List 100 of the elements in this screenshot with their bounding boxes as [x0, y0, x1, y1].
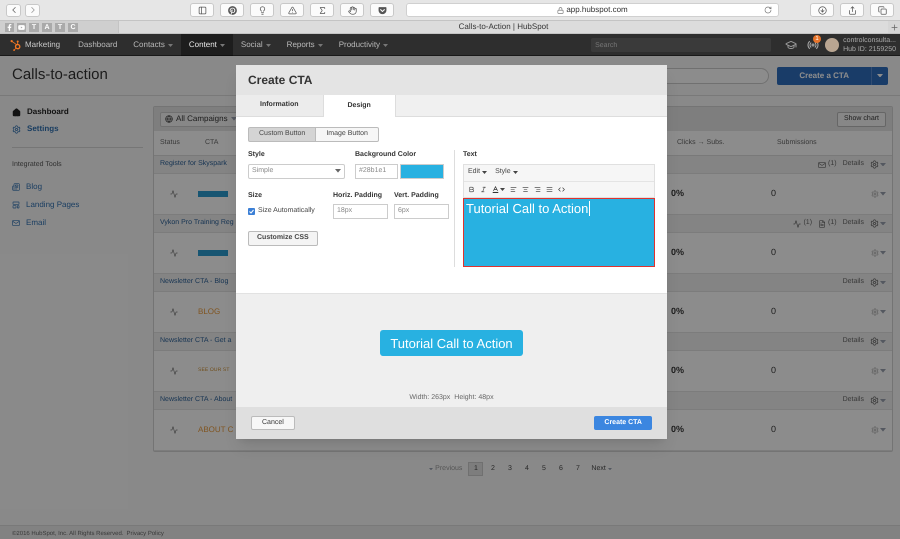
pin-icon [228, 6, 236, 14]
gear-icon[interactable] [870, 396, 879, 405]
caret-icon [880, 428, 886, 432]
warning-button[interactable] [280, 3, 304, 17]
download-icon [818, 6, 826, 14]
font-color-icon[interactable] [492, 186, 499, 192]
page-layout-icon [12, 200, 20, 208]
rate-cell-text: 0% [671, 305, 686, 318]
sigma-button[interactable] [310, 3, 334, 17]
gear-icon[interactable] [870, 278, 879, 287]
rate-cell-text: 0% [671, 423, 686, 436]
url-text: app.hubspot.com [566, 4, 628, 16]
download-button[interactable] [810, 3, 834, 17]
text-editor-field[interactable]: Tutorial Call to Action [463, 198, 655, 266]
lock-icon [557, 6, 564, 14]
create-cta-split-button[interactable]: Create a CTA [777, 66, 888, 84]
nav-item[interactable]: Social [232, 34, 279, 56]
nav-item[interactable]: Content [180, 34, 233, 56]
sidebar-item[interactable]: Settings [12, 123, 143, 135]
browser-tab[interactable]: Calls-to-Action | HubSpot [118, 21, 888, 33]
italic-icon[interactable] [480, 186, 487, 192]
reload-icon[interactable] [764, 6, 772, 14]
align-left-icon[interactable] [510, 186, 517, 192]
logo-icon[interactable] [10, 40, 21, 50]
rate-cell-text: 0% [671, 364, 686, 378]
envelope-icon [818, 160, 826, 168]
cta-preview: BLOG [198, 306, 220, 318]
sidebar-link[interactable]: Email [12, 216, 143, 228]
share-icon [848, 6, 856, 14]
bold-icon[interactable] [468, 186, 475, 192]
nav-section[interactable]: Marketing [25, 39, 60, 51]
globe-icon [165, 115, 173, 123]
new-tab-icon[interactable] [890, 22, 898, 32]
caret-icon [880, 251, 886, 255]
pulse-icon [170, 426, 178, 434]
submissions-cell-text: 0 [771, 364, 778, 378]
graduation-cap-icon[interactable] [785, 39, 798, 51]
caret-icon [880, 222, 886, 226]
sidebar-item[interactable]: Dashboard [12, 106, 143, 118]
gear-icon[interactable] [870, 337, 879, 346]
warning-icon [288, 6, 296, 14]
align-right-icon[interactable] [534, 186, 541, 192]
caret-icon [877, 74, 883, 78]
hand-button[interactable] [340, 3, 364, 17]
sigma-icon [318, 6, 326, 14]
cta-preview: ABOUT C [198, 424, 234, 436]
gear-icon[interactable] [870, 160, 879, 169]
justify-icon[interactable] [546, 186, 553, 192]
tabs-icon [878, 6, 886, 14]
pulse-icon [170, 249, 178, 257]
dialog-title: Create CTA [248, 72, 312, 89]
gear-icon [12, 124, 21, 134]
caret-icon [880, 340, 886, 344]
avatar[interactable] [825, 38, 840, 52]
sidebar-icon [198, 6, 206, 14]
lightbulb-button[interactable] [250, 3, 274, 17]
tabs-button[interactable] [870, 3, 894, 17]
pulse-icon [170, 190, 178, 198]
rate-cell-text: 0% [671, 246, 686, 260]
house-icon [12, 108, 21, 116]
caret-icon [482, 171, 488, 174]
caret-icon [880, 280, 886, 284]
sidebar-link[interactable]: Blog [12, 180, 143, 192]
share-button[interactable] [840, 3, 864, 17]
pocket-button[interactable] [370, 3, 394, 17]
page-title: Calls-to-action [12, 65, 108, 86]
nav-item[interactable]: Dashboard [70, 34, 126, 56]
page-icon [818, 220, 826, 228]
submissions-cell-text: 0 [771, 305, 778, 318]
back-button[interactable] [6, 4, 21, 16]
editor-text: Tutorial Call to Action [466, 200, 588, 216]
pocket-icon [378, 6, 386, 14]
caret-icon [880, 192, 886, 196]
nav-item[interactable]: Reports [278, 34, 331, 56]
cta-thumbnail [198, 250, 228, 256]
pulse-icon [170, 367, 178, 375]
pin-button[interactable] [220, 3, 244, 17]
nav-item[interactable]: Contacts [125, 34, 181, 56]
cta-preview-button[interactable]: Tutorial Call to Action [380, 330, 523, 356]
sidebar-button[interactable] [190, 3, 214, 17]
code-icon[interactable] [558, 186, 565, 192]
lightbulb-icon [258, 6, 266, 14]
gear-icon[interactable] [870, 219, 879, 228]
envelope-icon [12, 218, 20, 226]
hand-icon [348, 6, 356, 14]
nav-item[interactable]: Productivity [330, 34, 396, 56]
broadcast-icon[interactable] [807, 39, 820, 51]
submissions-cell-text: 0 [771, 246, 778, 260]
caret-icon [880, 369, 886, 373]
caret-icon [429, 468, 434, 470]
caret-icon [230, 117, 237, 121]
checkbox[interactable] [248, 208, 255, 215]
address-bar[interactable]: app.hubspot.com [406, 3, 779, 17]
caret-icon [500, 188, 505, 190]
pulse-icon [170, 308, 178, 316]
align-center-icon[interactable] [522, 186, 529, 192]
color-swatch[interactable] [400, 164, 444, 178]
caret-icon [880, 398, 886, 402]
caret-icon [512, 171, 518, 174]
sidebar-link[interactable]: Landing Pages [12, 198, 143, 210]
